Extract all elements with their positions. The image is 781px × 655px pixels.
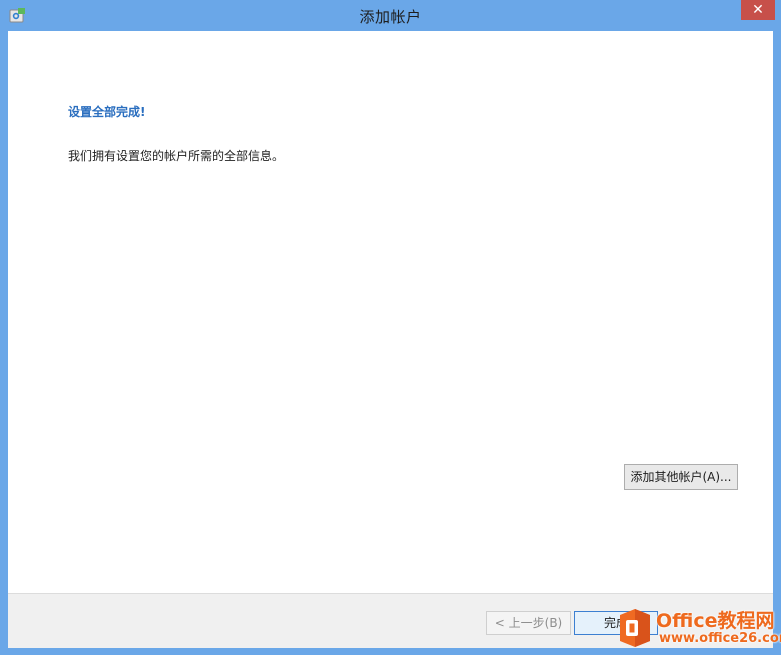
- watermark-brand: Office教程网: [656, 610, 775, 632]
- watermark: Office教程网 www.office26.com: [613, 603, 781, 655]
- title-bar[interactable]: 添加帐户 ✕: [0, 0, 781, 31]
- setup-complete-message: 我们拥有设置您的帐户所需的全部信息。: [68, 149, 285, 163]
- back-button[interactable]: < 上一步(B): [486, 611, 571, 635]
- close-icon: ✕: [752, 2, 764, 18]
- watermark-url: www.office26.com: [659, 631, 781, 646]
- content-area: 设置全部完成! 我们拥有设置您的帐户所需的全部信息。 添加其他帐户(A)...: [8, 31, 773, 593]
- close-button[interactable]: ✕: [741, 0, 775, 20]
- add-other-account-button[interactable]: 添加其他帐户(A)...: [624, 464, 738, 490]
- office-logo-icon: [620, 609, 650, 647]
- setup-complete-heading: 设置全部完成!: [68, 105, 146, 119]
- add-account-dialog: 添加帐户 ✕ 设置全部完成! 我们拥有设置您的帐户所需的全部信息。 添加其他帐户…: [0, 0, 781, 655]
- window-title: 添加帐户: [359, 8, 422, 26]
